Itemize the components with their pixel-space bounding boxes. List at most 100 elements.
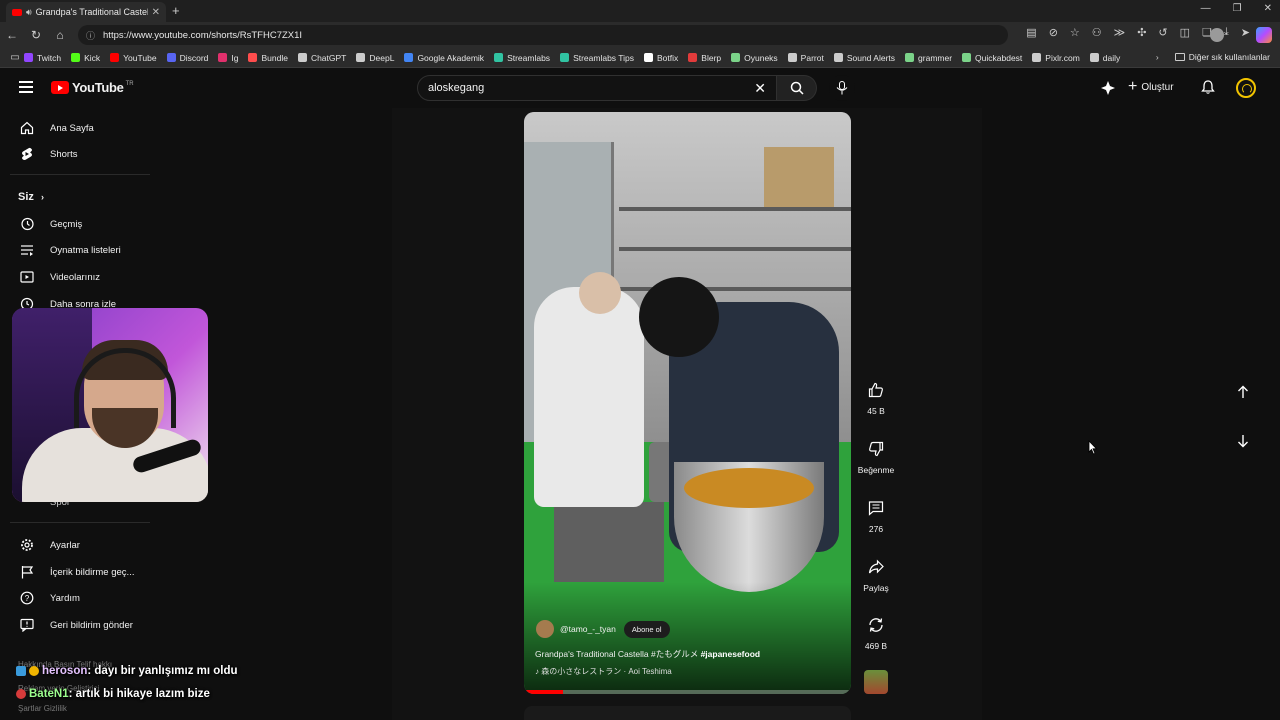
- sidebar-you-header[interactable]: Siz ›: [18, 191, 44, 203]
- site-info-icon[interactable]: ⓘ: [86, 29, 95, 42]
- profile-avatar-icon[interactable]: [1210, 28, 1224, 42]
- bookmark-item[interactable]: Bundle: [248, 52, 288, 63]
- short-title-hashtag[interactable]: #japanesefood: [701, 649, 761, 659]
- share-button[interactable]: Paylaş: [855, 557, 897, 593]
- sidebar-item-feedback[interactable]: Geri bildirim gönder: [0, 613, 160, 637]
- dislike-button[interactable]: Beğenme: [855, 439, 897, 475]
- sidebar-item-history[interactable]: Geçmiş: [0, 212, 160, 236]
- bookmark-item[interactable]: Sound Alerts: [833, 53, 895, 63]
- back-icon[interactable]: ←: [0, 28, 24, 42]
- bookmark-item[interactable]: Ig: [218, 53, 238, 63]
- comments-button[interactable]: 276: [855, 498, 897, 534]
- comment-count: 276: [868, 524, 884, 534]
- split-icon[interactable]: ◫: [1180, 26, 1190, 39]
- search-button[interactable]: [777, 75, 817, 101]
- short-title-text: Grandpa's Traditional Castella #たもグルメ: [535, 649, 701, 659]
- bookmark-item[interactable]: Google Akademik: [404, 53, 484, 63]
- bookmark-item[interactable]: DeepL: [356, 53, 394, 63]
- bookmark-label: Blerp: [701, 52, 722, 63]
- bookmark-label: Ig: [231, 52, 239, 63]
- next-short-preview[interactable]: [524, 706, 851, 720]
- ai-sparkle-icon[interactable]: [1100, 80, 1116, 96]
- bookmark-item[interactable]: Streamlabs Tips: [560, 53, 634, 63]
- bookmark-item[interactable]: YouTube: [110, 53, 157, 63]
- next-short-button[interactable]: [1232, 430, 1254, 452]
- new-tab-icon[interactable]: +: [172, 3, 180, 18]
- close-window-icon[interactable]: ✕: [1264, 3, 1272, 14]
- puzzle-icon[interactable]: ✣: [1137, 26, 1146, 39]
- restore-icon[interactable]: ❐: [1233, 3, 1242, 14]
- reload-icon[interactable]: ↻: [24, 28, 48, 42]
- home-browser-icon[interactable]: ⌂: [48, 28, 72, 42]
- short-video-player[interactable]: @tamo_-_tyan Abone ol Grandpa's Traditio…: [524, 112, 851, 694]
- close-tab-icon[interactable]: ✕: [152, 7, 160, 18]
- address-bar-row: ← ↻ ⌂ ⓘ https://www.youtube.com/shorts/R…: [0, 22, 1280, 48]
- remix-button[interactable]: 469 B: [855, 615, 897, 651]
- bookmark-item[interactable]: daily: [1089, 53, 1120, 63]
- tracking-icon[interactable]: ⊘: [1049, 26, 1058, 39]
- youtube-masthead: YouTube TR aloskegang ✕ + Oluştur: [0, 68, 1280, 108]
- url-field[interactable]: ⓘ https://www.youtube.com/shorts/RsTFHC7…: [78, 25, 1008, 45]
- reader-icon[interactable]: ▤: [1026, 26, 1036, 39]
- extension-icon[interactable]: ⚇: [1092, 26, 1102, 39]
- sound-thumbnail[interactable]: [864, 670, 888, 694]
- video-frame: [619, 247, 851, 251]
- bookmark-item[interactable]: ChatGPT: [297, 53, 346, 63]
- help-icon: ?: [20, 591, 34, 605]
- minimize-icon[interactable]: —: [1201, 3, 1211, 14]
- previous-short-button[interactable]: [1232, 381, 1254, 403]
- refresh-ext-icon[interactable]: ↺: [1158, 26, 1167, 39]
- download-icon[interactable]: ⤓: [1224, 26, 1229, 39]
- bookmark-label: Parrot: [800, 52, 824, 63]
- menu-icon[interactable]: [19, 81, 33, 96]
- bookmark-item[interactable]: Kick: [71, 53, 100, 63]
- send-icon[interactable]: ➤: [1241, 26, 1250, 39]
- sidebar-item-playlists[interactable]: Oynatma listeleri: [0, 238, 160, 262]
- channel-name[interactable]: @tamo_-_tyan: [560, 624, 616, 634]
- sidebar-item-home[interactable]: Ana Sayfa: [0, 116, 160, 140]
- video-progress-bar[interactable]: [524, 690, 851, 694]
- sidebar-item-settings[interactable]: Ayarlar: [0, 533, 160, 557]
- search-input[interactable]: aloskegang ✕: [417, 75, 777, 101]
- sidebar-item-label: Shorts: [50, 148, 78, 160]
- bookmark-item[interactable]: Botfix: [644, 53, 678, 63]
- channel-avatar[interactable]: [536, 620, 554, 638]
- sidebar-item-shorts[interactable]: Shorts: [0, 142, 160, 166]
- remix-icon: [866, 615, 886, 635]
- bookmark-item[interactable]: Twitch: [24, 53, 61, 63]
- speaker-icon[interactable]: 🔊︎: [26, 7, 32, 18]
- account-avatar[interactable]: [1236, 78, 1256, 98]
- bookmark-item[interactable]: grammer: [905, 53, 952, 63]
- bookmarks-overflow-icon[interactable]: ›: [1156, 52, 1159, 62]
- bookmark-favicon-icon: [644, 53, 654, 62]
- sidebar-item-help[interactable]: ? Yardım: [0, 586, 160, 610]
- bookmark-item[interactable]: Pixlr.com: [1032, 53, 1080, 63]
- copilot-icon[interactable]: [1256, 27, 1272, 43]
- sidebar-item-your-videos[interactable]: Videolarınız: [0, 265, 160, 289]
- subscribe-button[interactable]: Abone ol: [623, 620, 670, 638]
- youtube-logo[interactable]: YouTube TR: [51, 80, 134, 95]
- favorite-star-icon[interactable]: ☆: [1070, 26, 1080, 39]
- bookmark-favicon-icon: [1089, 53, 1099, 62]
- bookmark-label: Bundle: [261, 52, 288, 63]
- bookmark-item[interactable]: Parrot: [787, 52, 824, 63]
- browser-tab[interactable]: 🔊︎ Grandpa's Traditional Castell ✕: [6, 2, 166, 22]
- clear-search-icon[interactable]: ✕: [754, 80, 766, 97]
- footer-links-3[interactable]: Şartlar Gizlilik: [18, 704, 67, 713]
- video-frame: [764, 147, 834, 207]
- voice-search-button[interactable]: [829, 75, 855, 101]
- sidebar-item-report-history[interactable]: İçerik bildirme geç...: [0, 560, 160, 584]
- short-title[interactable]: Grandpa's Traditional Castella #たもグルメ #j…: [535, 648, 760, 660]
- like-button[interactable]: 45 B: [855, 380, 897, 416]
- bookmark-item[interactable]: Streamlabs: [494, 53, 550, 63]
- read-aloud-icon[interactable]: ≫: [1114, 26, 1126, 39]
- other-bookmarks[interactable]: › Diğer sık kullanılanlar: [1156, 52, 1270, 62]
- create-button[interactable]: + Oluştur: [1128, 79, 1174, 95]
- notifications-bell-icon[interactable]: [1200, 79, 1216, 95]
- bookmark-item[interactable]: Quickabdest: [962, 53, 1022, 63]
- bookmark-item[interactable]: Blerp: [688, 53, 721, 63]
- short-music[interactable]: ♪ 森の小さなレストラン · Aoi Teshima: [535, 666, 672, 677]
- bookmark-menu-icon[interactable]: ▭: [6, 52, 24, 63]
- bookmark-item[interactable]: Oyuneks: [731, 53, 778, 63]
- bookmark-item[interactable]: Discord: [166, 53, 208, 63]
